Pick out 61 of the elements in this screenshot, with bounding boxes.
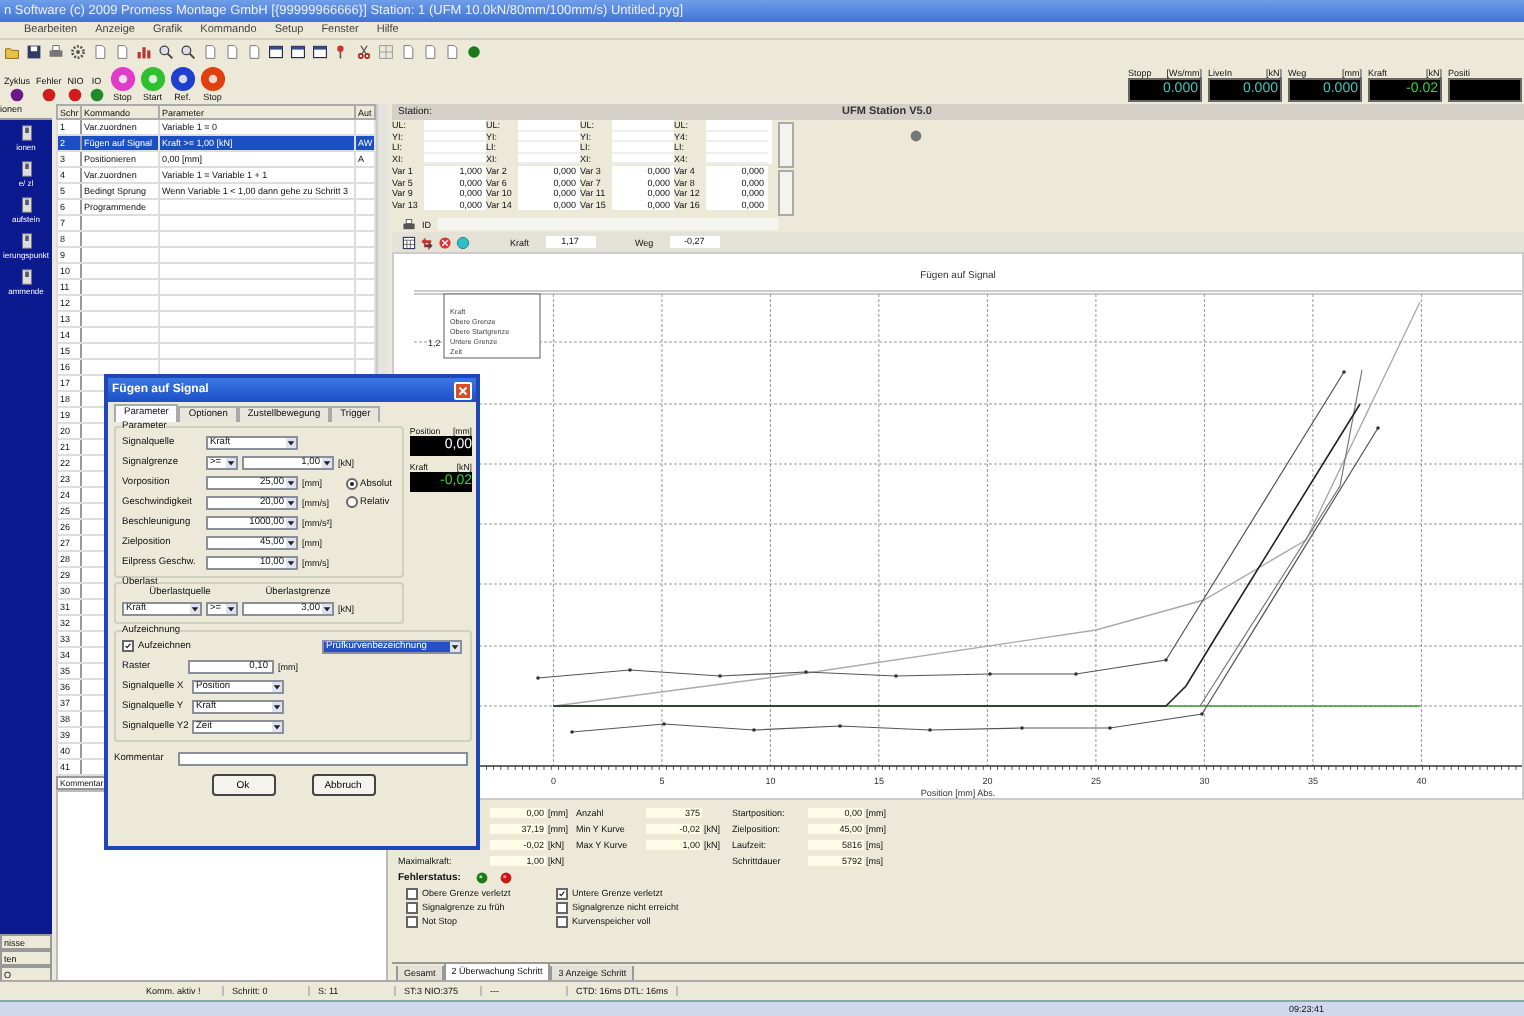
- caret-icon: [226, 603, 236, 613]
- checkbox[interactable]: [556, 887, 568, 899]
- printer-icon[interactable]: [48, 44, 64, 60]
- close-icon: [456, 383, 470, 397]
- round-button-icon: [109, 66, 136, 92]
- checkbox[interactable]: [122, 640, 134, 652]
- checkbox[interactable]: [556, 901, 568, 913]
- legend-box: [443, 293, 541, 359]
- error-lamp-icon: [500, 871, 512, 883]
- radio-button[interactable]: [346, 496, 358, 508]
- machine-icon: [17, 160, 35, 178]
- caret-icon: [190, 603, 200, 613]
- checkbox[interactable]: [406, 915, 418, 927]
- close-button[interactable]: [454, 381, 472, 399]
- window-icon[interactable]: [268, 44, 284, 60]
- scissors-icon[interactable]: [356, 44, 372, 60]
- caret-icon: [286, 437, 296, 447]
- printer-icon[interactable]: [402, 217, 416, 231]
- radio-button[interactable]: [346, 478, 358, 490]
- caret-icon: [322, 457, 332, 467]
- caret-icon: [322, 603, 332, 613]
- magnifier-icon[interactable]: [158, 44, 174, 60]
- round-button-icon: [139, 66, 166, 92]
- folder-icon[interactable]: [4, 44, 20, 60]
- machine-icon: [17, 268, 35, 286]
- caret-icon: [286, 537, 296, 547]
- calendar-icon[interactable]: [402, 235, 416, 249]
- id-field[interactable]: [437, 218, 777, 230]
- caret-icon: [272, 721, 282, 731]
- round-button-icon: [199, 66, 226, 92]
- round-button-icon: [169, 66, 196, 92]
- circle-icon[interactable]: [456, 235, 470, 249]
- cancel-icon[interactable]: [438, 235, 452, 249]
- gear-icon[interactable]: [70, 44, 86, 60]
- caret-icon: [450, 642, 460, 652]
- caret-icon: [286, 517, 296, 527]
- status-lamp-icon: [10, 88, 24, 102]
- caret-icon: [286, 497, 296, 507]
- checkbox[interactable]: [406, 887, 418, 899]
- caret-icon: [272, 681, 282, 691]
- lamp-icon[interactable]: [466, 44, 482, 60]
- chart-icon[interactable]: [136, 44, 152, 60]
- checkbox[interactable]: [556, 915, 568, 927]
- magnifier-icon[interactable]: [180, 44, 196, 60]
- caret-icon: [272, 701, 282, 711]
- checkbox[interactable]: [406, 901, 418, 913]
- arrows-icon[interactable]: [420, 235, 434, 249]
- machine-icon: [17, 232, 35, 250]
- input-field[interactable]: [178, 751, 468, 765]
- window-icon[interactable]: [312, 44, 328, 60]
- machine-icon: [17, 124, 35, 142]
- readout-display: [1448, 78, 1522, 102]
- window-icon[interactable]: [290, 44, 306, 60]
- caret-icon: [286, 477, 296, 487]
- machine-icon: [17, 196, 35, 214]
- caret-icon: [226, 457, 236, 467]
- pin-icon[interactable]: [334, 44, 350, 60]
- caret-icon: [286, 557, 296, 567]
- ok-lamp-icon: [476, 871, 488, 883]
- save-icon[interactable]: [26, 44, 42, 60]
- status-dot-icon: [910, 130, 922, 142]
